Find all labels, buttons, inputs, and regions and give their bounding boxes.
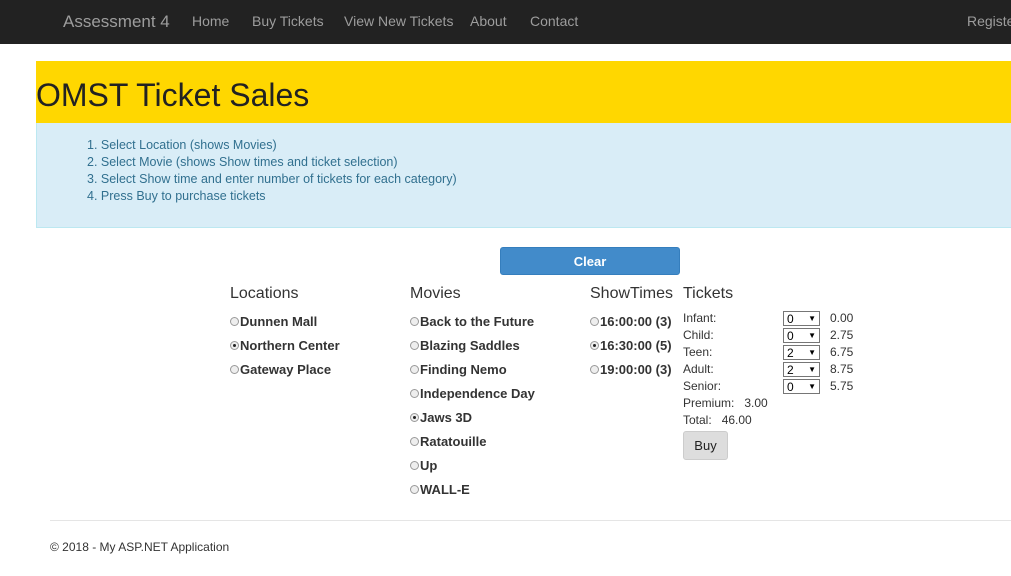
showtimes-header: ShowTimes xyxy=(590,285,673,302)
nav-view-new-tickets[interactable]: View New Tickets xyxy=(344,13,453,29)
movie-label: Independence Day xyxy=(420,385,535,401)
showtime-option[interactable]: 16:00:00 (3) xyxy=(590,313,672,329)
buy-button[interactable]: Buy xyxy=(683,431,728,460)
tickets-header: Tickets xyxy=(683,285,734,302)
total-label: Total: xyxy=(683,413,712,427)
premium-label: Premium: xyxy=(683,396,735,410)
location-label: Dunnen Mall xyxy=(240,313,318,329)
senior-price: 5.75 xyxy=(830,379,854,393)
premium-value: 3.00 xyxy=(744,396,768,410)
showtime-label: 16:00:00 (3) xyxy=(600,313,672,329)
select-value: 0 xyxy=(787,379,794,394)
radio-icon[interactable] xyxy=(590,364,599,374)
teen-qty-select[interactable]: 2 ▼ xyxy=(783,345,820,360)
radio-checked-icon[interactable] xyxy=(230,340,239,350)
movie-label: WALL-E xyxy=(420,481,470,497)
select-value: 2 xyxy=(787,362,794,377)
dropdown-arrow-icon: ▼ xyxy=(808,331,816,340)
teen-price: 6.75 xyxy=(830,345,854,359)
select-value: 0 xyxy=(787,311,794,326)
movie-option[interactable]: Independence Day xyxy=(410,385,535,401)
nav-register[interactable]: Registe xyxy=(967,13,1011,29)
senior-qty-select[interactable]: 0 ▼ xyxy=(783,379,820,394)
teen-label: Teen: xyxy=(683,345,713,359)
locations-header: Locations xyxy=(230,285,299,302)
radio-checked-icon[interactable] xyxy=(410,412,419,422)
location-option-dunnen-mall[interactable]: Dunnen Mall xyxy=(230,313,317,329)
radio-icon[interactable] xyxy=(410,436,419,446)
movie-label: Blazing Saddles xyxy=(420,337,520,353)
infant-label: Infant: xyxy=(683,311,717,325)
radio-icon[interactable] xyxy=(410,388,419,398)
page-title: OMST Ticket Sales xyxy=(36,77,310,113)
select-value: 2 xyxy=(787,345,794,360)
child-price: 2.75 xyxy=(830,328,854,342)
brand-link[interactable]: Assessment 4 xyxy=(63,12,170,32)
radio-icon[interactable] xyxy=(230,316,239,326)
infant-qty-select[interactable]: 0 ▼ xyxy=(783,311,820,326)
showtime-label: 19:00:00 (3) xyxy=(600,361,672,377)
dropdown-arrow-icon: ▼ xyxy=(808,365,816,374)
instructions-list: 1. Select Location (shows Movies) 2. Sel… xyxy=(87,137,457,205)
movie-option[interactable]: Blazing Saddles xyxy=(410,337,520,353)
movie-label: Finding Nemo xyxy=(420,361,507,377)
child-label: Child: xyxy=(683,328,714,342)
infant-price: 0.00 xyxy=(830,311,854,325)
nav-about[interactable]: About xyxy=(470,13,507,29)
total-summary: Total: 46.00 xyxy=(683,413,752,427)
radio-checked-icon[interactable] xyxy=(590,340,599,350)
location-option-gateway-place[interactable]: Gateway Place xyxy=(230,361,331,377)
movie-label: Up xyxy=(420,457,438,473)
instructions-panel: 1. Select Location (shows Movies) 2. Sel… xyxy=(36,123,1011,228)
movie-option[interactable]: Jaws 3D xyxy=(410,409,472,425)
nav-home[interactable]: Home xyxy=(192,13,229,29)
title-banner: OMST Ticket Sales xyxy=(36,61,1011,123)
nav-buy-tickets[interactable]: Buy Tickets xyxy=(252,13,324,29)
radio-icon[interactable] xyxy=(410,316,419,326)
total-value: 46.00 xyxy=(721,413,752,427)
footer-text: © 2018 - My ASP.NET Application xyxy=(50,540,230,554)
select-value: 0 xyxy=(787,328,794,343)
clear-button[interactable]: Clear xyxy=(500,247,680,275)
instruction-item: 1. Select Location (shows Movies) xyxy=(87,138,277,152)
location-label: Northern Center xyxy=(240,337,340,353)
showtime-label: 16:30:00 (5) xyxy=(600,337,672,353)
radio-icon[interactable] xyxy=(410,364,419,374)
radio-icon[interactable] xyxy=(410,460,419,470)
movie-option[interactable]: WALL-E xyxy=(410,481,470,497)
location-option-northern-center[interactable]: Northern Center xyxy=(230,337,340,353)
instruction-item: 3. Select Show time and enter number of … xyxy=(87,172,457,186)
adult-qty-select[interactable]: 2 ▼ xyxy=(783,362,820,377)
instruction-item: 2. Select Movie (shows Show times and ti… xyxy=(87,155,398,169)
radio-icon[interactable] xyxy=(410,340,419,350)
movies-header: Movies xyxy=(410,285,461,302)
movie-label: Back to the Future xyxy=(420,313,535,329)
navbar: Assessment 4 Home Buy Tickets View New T… xyxy=(0,0,1011,44)
movie-option[interactable]: Up xyxy=(410,457,437,473)
movie-label: Jaws 3D xyxy=(420,409,473,425)
showtime-option[interactable]: 16:30:00 (5) xyxy=(590,337,672,353)
radio-icon[interactable] xyxy=(590,316,599,326)
location-label: Gateway Place xyxy=(240,361,332,377)
dropdown-arrow-icon: ▼ xyxy=(808,382,816,391)
footer-divider xyxy=(50,520,1011,521)
dropdown-arrow-icon: ▼ xyxy=(808,348,816,357)
showtime-option[interactable]: 19:00:00 (3) xyxy=(590,361,672,377)
adult-label: Adult: xyxy=(683,362,714,376)
movie-option[interactable]: Finding Nemo xyxy=(410,361,507,377)
senior-label: Senior: xyxy=(683,379,722,393)
adult-price: 8.75 xyxy=(830,362,854,376)
premium-summary: Premium: 3.00 xyxy=(683,396,768,410)
dropdown-arrow-icon: ▼ xyxy=(808,314,816,323)
movie-label: Ratatouille xyxy=(420,433,487,449)
nav-contact[interactable]: Contact xyxy=(530,13,578,29)
instruction-item: 4. Press Buy to purchase tickets xyxy=(87,189,266,203)
movie-option[interactable]: Ratatouille xyxy=(410,433,486,449)
movie-option[interactable]: Back to the Future xyxy=(410,313,534,329)
child-qty-select[interactable]: 0 ▼ xyxy=(783,328,820,343)
radio-icon[interactable] xyxy=(230,364,239,374)
radio-icon[interactable] xyxy=(410,484,419,494)
